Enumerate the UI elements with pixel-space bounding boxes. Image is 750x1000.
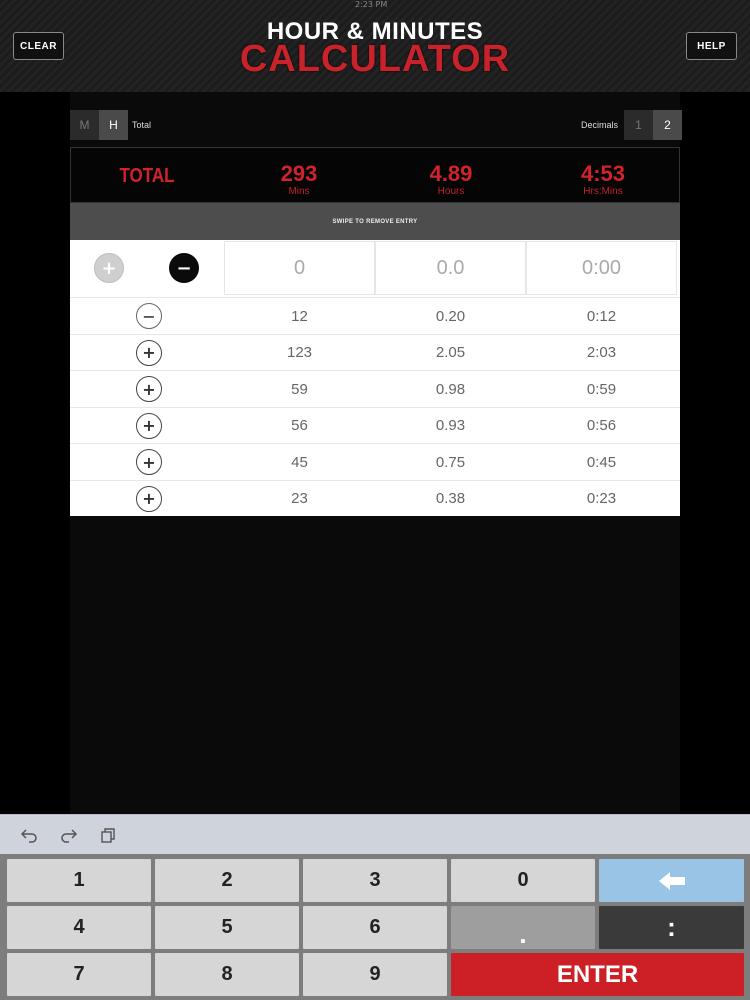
- entry-mins: 12: [291, 307, 308, 325]
- hrsmins-input[interactable]: 0:00: [526, 241, 677, 295]
- entry-mins: 123: [286, 344, 313, 361]
- total-hours-unit: Hours: [437, 186, 465, 197]
- status-time: 2:23 PM: [355, 0, 388, 9]
- decimals-2-toggle[interactable]: 2: [653, 110, 682, 140]
- total-mins-unit: Mins: [288, 186, 310, 197]
- entry-sign-toggle[interactable]: +: [136, 485, 162, 512]
- key-0[interactable]: 0: [451, 859, 595, 902]
- entry-hrsmins: 0:23: [586, 490, 617, 507]
- entry-hours: 0.98: [435, 380, 466, 398]
- plus-icon: +: [142, 379, 156, 399]
- total-hrsmins-cell: 4:53 Hrs:Mins: [527, 148, 679, 204]
- decimals-toggle: Decimals 1 2: [581, 110, 682, 140]
- plus-icon: +: [142, 343, 156, 362]
- app-title-bottom: CALCULATOR: [239, 38, 511, 80]
- entry-hrsmins: 0:45: [586, 453, 617, 471]
- entry-sign-toggle[interactable]: +: [136, 376, 162, 402]
- key-8[interactable]: 8: [155, 953, 299, 996]
- undo-icon[interactable]: [18, 825, 40, 845]
- key-1[interactable]: 1: [7, 859, 151, 902]
- total-label: Total: [132, 120, 152, 130]
- mins-input[interactable]: 0: [224, 241, 375, 295]
- mode-toggle: M H Total: [70, 110, 151, 140]
- mode-hours-toggle[interactable]: H: [99, 110, 128, 140]
- plus-icon: +: [142, 452, 156, 472]
- keyboard-toolbar: [0, 814, 750, 854]
- key-4[interactable]: 4: [7, 906, 151, 949]
- list-item[interactable]: + 23 0.38 0:23: [70, 479, 680, 517]
- minus-icon: −: [142, 306, 156, 326]
- entry-hrsmins: 2:03: [586, 344, 617, 361]
- add-entry-button[interactable]: +: [94, 253, 124, 283]
- totals-bar: TOTAL 293 Mins 4.89 Hours 4:53 Hrs:Mins: [70, 147, 680, 203]
- key-5[interactable]: 5: [155, 906, 299, 949]
- help-button[interactable]: HELP: [686, 32, 737, 60]
- decimals-1-toggle[interactable]: 1: [624, 110, 653, 140]
- entry-hrsmins: 0:56: [586, 417, 617, 434]
- total-heading: TOTAL: [119, 165, 175, 187]
- paste-icon[interactable]: [97, 825, 119, 845]
- total-mins-cell: 293 Mins: [223, 148, 375, 204]
- key-9[interactable]: 9: [303, 953, 447, 996]
- subtract-entry-button[interactable]: −: [169, 253, 199, 283]
- entry-sign-toggle[interactable]: +: [136, 339, 162, 366]
- swipe-hint-bar: SWIPE TO REMOVE ENTRY: [70, 203, 680, 240]
- entry-hours: 0.38: [435, 490, 466, 507]
- decimals-label: Decimals: [580, 120, 618, 130]
- status-bar: 2:23 PM: [0, 0, 750, 10]
- hours-input[interactable]: 0.0: [375, 241, 526, 295]
- entry-hours: 0.93: [435, 417, 466, 434]
- plus-icon: +: [142, 416, 156, 435]
- key-2[interactable]: 2: [155, 859, 299, 902]
- entry-input-row: + − 0 0.0 0:00: [70, 240, 680, 297]
- list-item[interactable]: + 59 0.98 0:59: [70, 370, 680, 407]
- entry-hrsmins: 0:59: [586, 380, 617, 398]
- total-heading-cell: TOTAL: [71, 148, 223, 204]
- total-hours-cell: 4.89 Hours: [375, 148, 527, 204]
- redo-icon[interactable]: [58, 825, 80, 845]
- key-decimal[interactable]: .: [451, 906, 595, 949]
- total-hrsmins-value: 4:53: [580, 161, 626, 186]
- entry-hours: 0.75: [435, 453, 466, 471]
- entry-sign-toggle[interactable]: −: [136, 303, 162, 329]
- mode-minutes-toggle[interactable]: M: [70, 110, 99, 140]
- entry-list: + − 0 0.0 0:00 − 12 0.20 0:12 + 123 2.05…: [70, 240, 680, 516]
- backspace-key[interactable]: [599, 859, 744, 902]
- entry-mins: 23: [291, 490, 308, 507]
- backspace-arrow-icon: [658, 871, 685, 890]
- entry-sign-toggle[interactable]: +: [136, 449, 162, 475]
- total-hours-value: 4.89: [429, 161, 473, 186]
- key-6[interactable]: 6: [303, 906, 447, 949]
- entry-mins: 56: [291, 417, 308, 434]
- entry-hours: 0.20: [435, 307, 466, 325]
- entry-mins: 45: [291, 453, 308, 471]
- key-colon[interactable]: :: [599, 906, 744, 949]
- app-header: 2:23 PM CLEAR HOUR & MINUTES CALCULATOR …: [0, 0, 750, 92]
- key-7[interactable]: 7: [7, 953, 151, 996]
- list-item[interactable]: + 56 0.93 0:56: [70, 406, 680, 444]
- plus-icon: +: [142, 489, 156, 508]
- numeric-keypad: 1 2 3 0 4 5 6 . : 7 8 9 ENTER: [0, 854, 750, 1000]
- plus-icon: +: [101, 257, 117, 279]
- enter-button[interactable]: ENTER: [451, 953, 744, 996]
- list-item[interactable]: − 12 0.20 0:12: [70, 297, 680, 334]
- entry-sign-toggle[interactable]: +: [136, 412, 162, 439]
- entry-hrsmins: 0:12: [586, 307, 617, 325]
- total-mins-value: 293: [280, 161, 318, 186]
- list-item[interactable]: + 45 0.75 0:45: [70, 443, 680, 480]
- key-3[interactable]: 3: [303, 859, 447, 902]
- minus-icon: −: [176, 257, 192, 279]
- total-hrsmins-unit: Hrs:Mins: [583, 186, 623, 197]
- entry-mins: 59: [291, 380, 308, 398]
- entry-hours: 2.05: [435, 344, 466, 361]
- list-item[interactable]: + 123 2.05 2:03: [70, 333, 680, 371]
